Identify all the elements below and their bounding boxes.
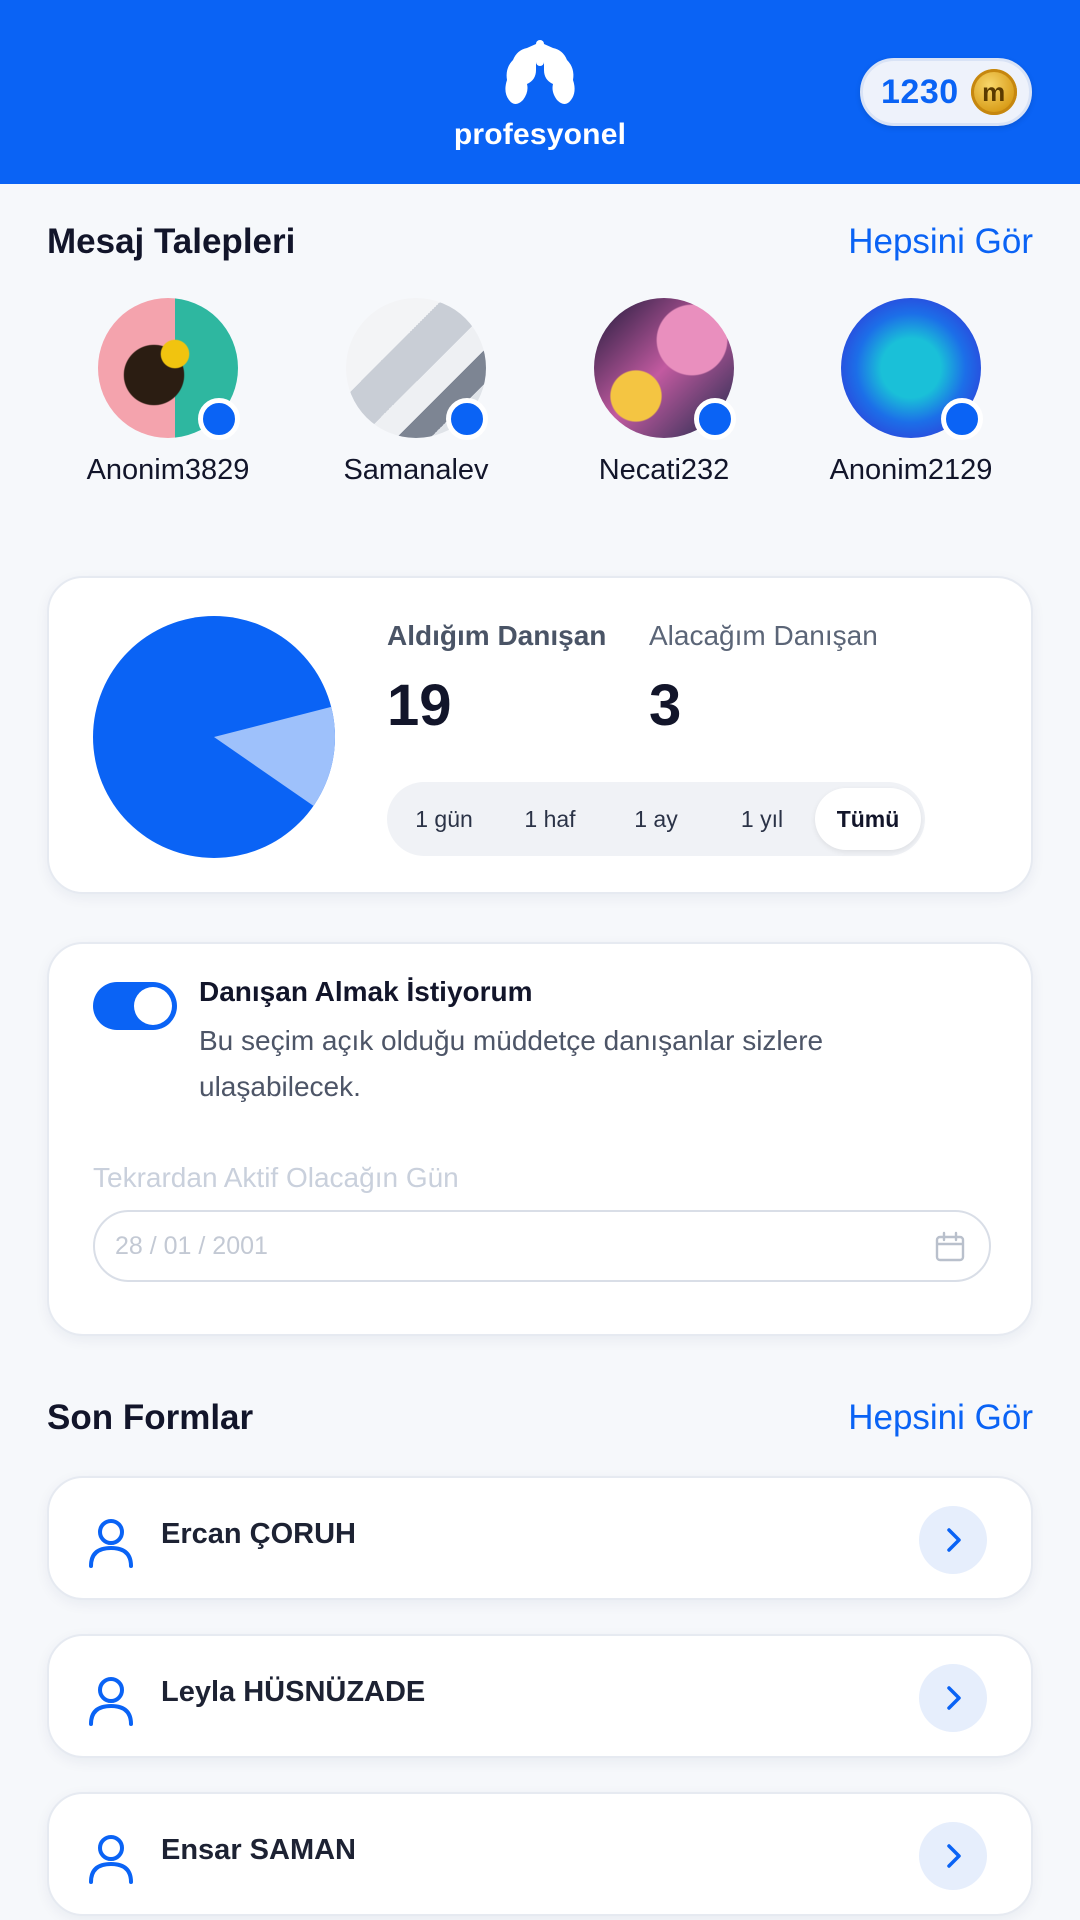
lungs-logo-icon <box>505 40 575 104</box>
chevron-right-icon <box>947 1686 961 1710</box>
recent-forms-title: Son Formlar <box>47 1398 254 1437</box>
upcoming-clients-value: 3 <box>649 673 682 738</box>
form-list-item[interactable]: Ensar SAMAN <box>47 1792 1033 1916</box>
client-stats-card: Aldığım Danışan 19 Alacağım Danışan 3 1 … <box>47 576 1033 894</box>
period-tab-all[interactable]: Tümü <box>815 788 921 850</box>
client-pie-chart <box>93 616 335 858</box>
recent-forms-see-all-link[interactable]: Hepsini Gör <box>848 1398 1033 1438</box>
message-request-item[interactable]: Necati232 <box>544 298 784 487</box>
upcoming-clients-label: Alacağım Danışan <box>649 620 878 651</box>
avatar <box>346 298 488 440</box>
user-icon <box>89 1835 133 1884</box>
avatar <box>98 298 240 440</box>
chevron-right-icon <box>947 1528 961 1552</box>
period-tab-1-year[interactable]: 1 yıl <box>709 788 815 850</box>
online-status-dot <box>694 398 736 440</box>
reactivation-date-field[interactable]: 28 / 01 / 2001 <box>93 1210 991 1282</box>
form-list-item[interactable]: Ercan ÇORUH <box>47 1476 1033 1600</box>
date-placeholder: 28 / 01 / 2001 <box>115 1231 268 1260</box>
avatar <box>841 298 983 440</box>
period-tab-1-day[interactable]: 1 gün <box>391 788 497 850</box>
open-form-button[interactable] <box>919 1822 987 1890</box>
period-tab-1-week[interactable]: 1 haf <box>497 788 603 850</box>
open-form-button[interactable] <box>919 1506 987 1574</box>
message-request-name: Anonim3829 <box>86 454 250 486</box>
period-tab-1-month[interactable]: 1 ay <box>603 788 709 850</box>
reactivation-date-label: Tekrardan Aktif Olacağın Gün <box>93 1162 459 1193</box>
message-requests-title: Mesaj Talepleri <box>47 222 296 261</box>
period-tabs: 1 gün 1 haf 1 ay 1 yıl Tümü <box>387 782 925 856</box>
received-clients-label: Aldığım Danışan <box>387 620 607 651</box>
avatar <box>594 298 736 440</box>
logo-text: profesyonel <box>453 118 627 151</box>
coin-balance[interactable]: 1230 m <box>860 58 1032 126</box>
user-icon <box>89 1677 133 1726</box>
form-list-item[interactable]: Leyla HÜSNÜZADE <box>47 1634 1033 1758</box>
app-header: profesyonel 1230 m <box>0 0 1080 184</box>
online-status-dot <box>941 398 983 440</box>
message-request-name: Anonim2129 <box>829 454 993 486</box>
online-status-dot <box>446 398 488 440</box>
received-clients-value: 19 <box>387 673 452 738</box>
form-client-name: Leyla HÜSNÜZADE <box>161 1676 426 1708</box>
availability-card: Danışan Almak İstiyorum Bu seçim açık ol… <box>47 942 1033 1336</box>
coin-value: 1230 <box>881 72 959 111</box>
chevron-right-icon <box>947 1844 961 1868</box>
online-status-dot <box>198 398 240 440</box>
availability-description: Bu seçim açık olduğu müddetçe danışanlar… <box>199 1025 824 1102</box>
message-request-item[interactable]: Anonim2129 <box>791 298 1031 487</box>
form-client-name: Ensar SAMAN <box>161 1834 356 1866</box>
coin-icon: m <box>970 69 1017 115</box>
form-client-name: Ercan ÇORUH <box>161 1518 356 1550</box>
availability-title: Danışan Almak İstiyorum <box>199 976 533 1007</box>
message-requests-list: Anonim3829 Samanalev Necati232 Anonim212… <box>0 298 1080 498</box>
message-request-item[interactable]: Anonim3829 <box>48 298 288 487</box>
open-form-button[interactable] <box>919 1664 987 1732</box>
message-requests-see-all-link[interactable]: Hepsini Gör <box>848 222 1033 262</box>
user-icon <box>89 1519 133 1568</box>
message-request-name: Necati232 <box>598 454 730 486</box>
calendar-icon[interactable] <box>933 1230 967 1264</box>
availability-toggle[interactable] <box>93 982 177 1030</box>
message-request-item[interactable]: Samanalev <box>296 298 536 487</box>
message-request-name: Samanalev <box>343 454 489 486</box>
toggle-knob <box>134 987 172 1025</box>
